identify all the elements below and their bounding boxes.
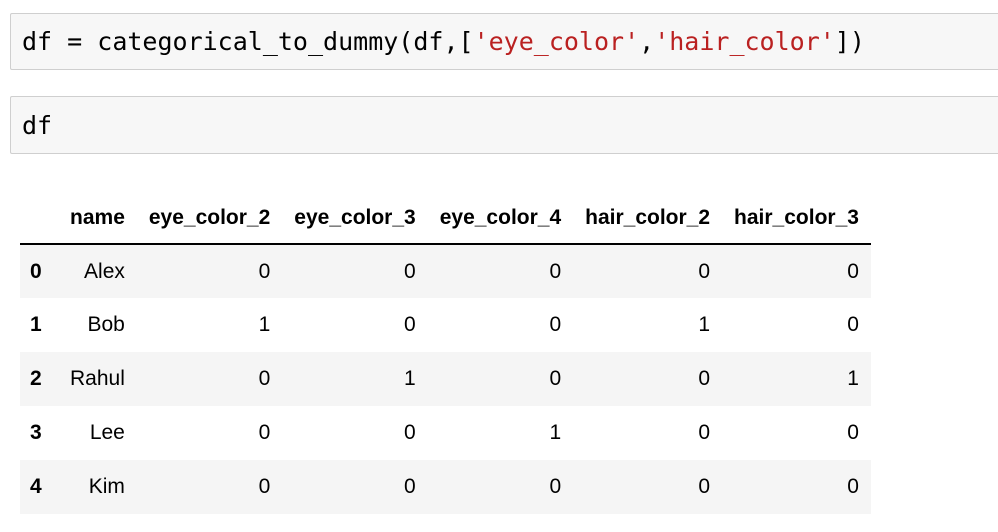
table-cell: 1 xyxy=(549,421,562,444)
table-cell: 1 xyxy=(698,313,711,336)
code-cell-1[interactable]: df = categorical_to_dummy(df,['eye_color… xyxy=(10,13,998,70)
table-cell: Rahul xyxy=(70,367,125,390)
code-token-function: categorical_to_dummy xyxy=(97,27,399,56)
table-cell: Lee xyxy=(89,421,125,444)
table-row: 0 Alex 0 0 0 0 0 xyxy=(20,244,871,298)
table-cell: 1 xyxy=(258,313,271,336)
table-cell: 0 xyxy=(258,475,271,498)
column-header: eye_color_3 xyxy=(282,193,428,245)
column-header: hair_color_2 xyxy=(573,193,723,245)
table-cell: 0 xyxy=(549,259,562,283)
code-token-assign: = xyxy=(52,27,98,56)
table-cell: 0 xyxy=(549,475,562,498)
table-cell: 0 xyxy=(549,313,562,336)
table-cell: Kim xyxy=(88,475,125,498)
row-index: 2 xyxy=(30,367,42,390)
notebook-page: df = categorical_to_dummy(df,['eye_color… xyxy=(0,0,998,532)
table-cell: 0 xyxy=(698,475,711,498)
table-cell: 0 xyxy=(847,421,859,444)
table-cell: 1 xyxy=(404,367,416,390)
table-cell: 0 xyxy=(258,421,271,444)
table-cell: 0 xyxy=(847,475,859,498)
table-row: 1 Bob 1 0 0 1 0 xyxy=(20,298,871,352)
column-header: eye_color_4 xyxy=(427,193,574,245)
table-cell: 0 xyxy=(404,475,416,498)
index-column-header xyxy=(20,193,58,245)
table-cell: 0 xyxy=(698,421,711,444)
code-cell-2[interactable]: df xyxy=(10,96,998,154)
code-token-args-close: ]) xyxy=(834,27,865,56)
column-header: hair_color_3 xyxy=(722,193,871,245)
column-header: name xyxy=(58,193,137,245)
table-cell: 0 xyxy=(404,259,416,283)
table-row: 4 Kim 0 0 0 0 0 xyxy=(20,460,871,514)
table-cell: 0 xyxy=(258,259,271,283)
row-index: 0 xyxy=(30,259,42,283)
table-cell: 0 xyxy=(549,367,562,390)
table-row: 2 Rahul 0 1 0 0 1 xyxy=(20,352,871,406)
table-cell: 0 xyxy=(698,367,711,390)
column-header: eye_color_2 xyxy=(136,193,283,245)
dataframe-output-table: name eye_color_2 eye_color_3 eye_color_4… xyxy=(20,193,871,514)
table-header-row: name eye_color_2 eye_color_3 eye_color_4… xyxy=(20,193,871,245)
table-cell: Alex xyxy=(84,259,125,283)
code-token-variable: df xyxy=(22,27,53,56)
row-index: 3 xyxy=(30,421,42,444)
table-cell: 0 xyxy=(847,259,859,283)
table-cell: 0 xyxy=(404,313,416,336)
row-index: 1 xyxy=(30,313,42,336)
code-token-args-open: (df,[ xyxy=(398,27,474,56)
code-token-string-eye-color: 'eye_color' xyxy=(473,27,640,56)
table-cell: 0 xyxy=(698,259,711,283)
row-index: 4 xyxy=(30,475,42,498)
table-cell: 0 xyxy=(258,367,271,390)
code-text: df xyxy=(22,111,53,140)
code-token-string-hair-color: 'hair_color' xyxy=(654,27,835,56)
table-cell: Bob xyxy=(87,313,125,336)
table-cell: 0 xyxy=(404,421,416,444)
table-cell: 0 xyxy=(847,313,859,336)
table-cell: 1 xyxy=(847,367,859,390)
table-row: 3 Lee 0 0 1 0 0 xyxy=(20,406,871,460)
code-token-comma: , xyxy=(639,27,655,56)
